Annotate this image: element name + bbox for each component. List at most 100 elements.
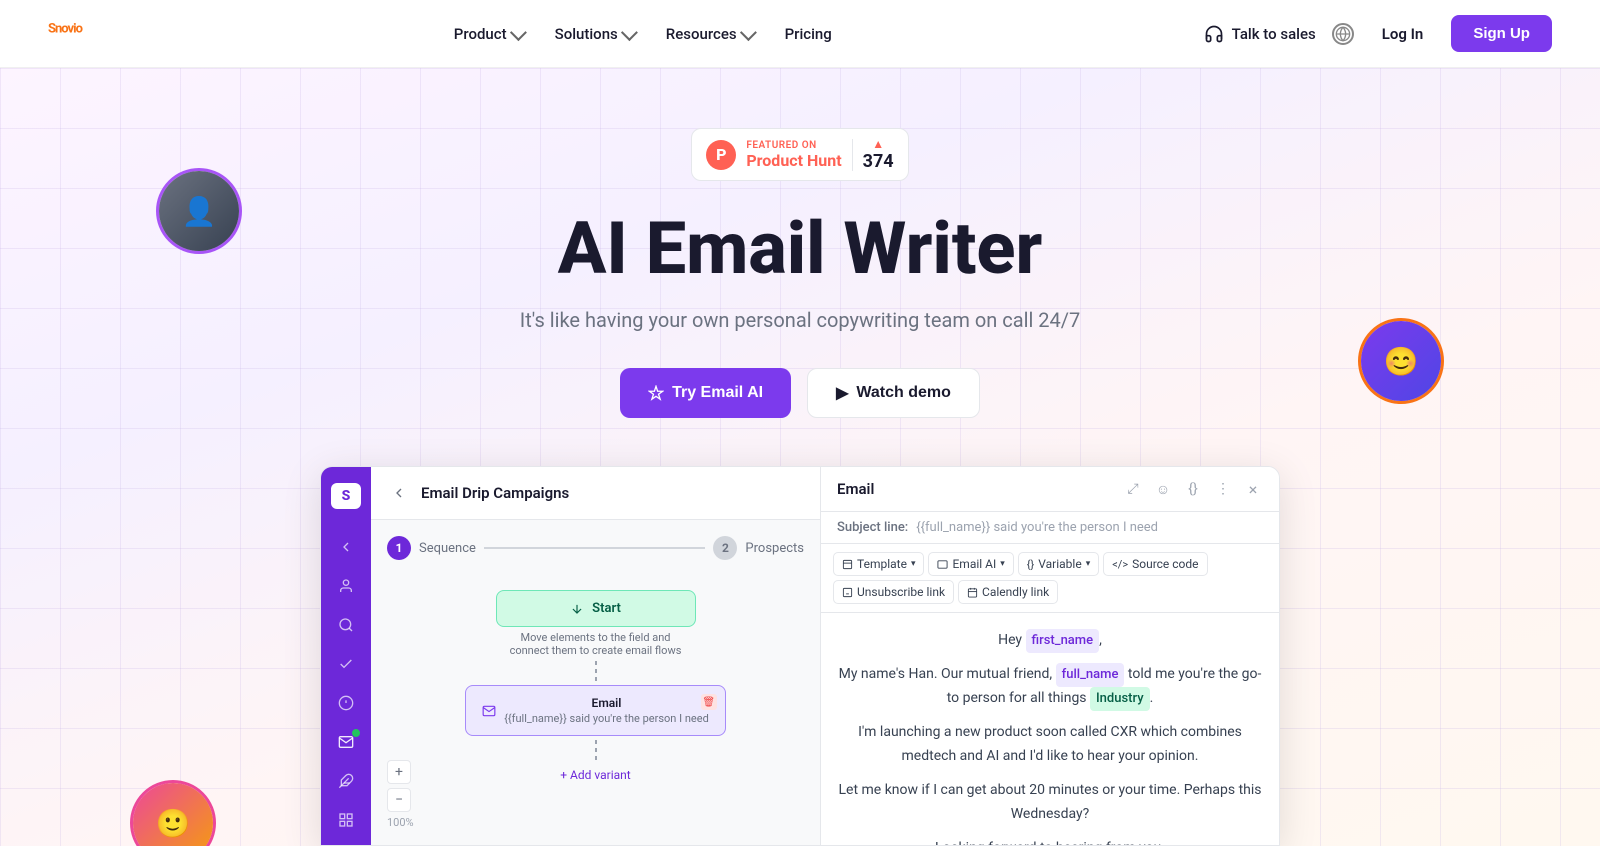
globe-icon: [1335, 26, 1351, 42]
avatar-2: 😊: [1358, 318, 1444, 404]
navigation: Snovio Product Solutions Resources Prici…: [0, 0, 1600, 68]
nav-resources[interactable]: Resources: [654, 17, 765, 51]
login-button[interactable]: Log In: [1370, 17, 1436, 51]
close-panel-button[interactable]: ×: [1243, 479, 1263, 499]
sidebar-back-icon[interactable]: [335, 537, 357, 556]
email-greeting-line: Hey first_name,: [837, 629, 1263, 653]
talk-to-sales-button[interactable]: Talk to sales: [1204, 24, 1316, 44]
more-icon[interactable]: ⋮: [1213, 479, 1233, 499]
ai-icon: [937, 559, 948, 570]
sequence-steps: 1 Sequence 2 Prospects: [387, 536, 804, 560]
nav-right: Talk to sales Log In Sign Up: [1204, 15, 1552, 52]
email-node[interactable]: Email {{full_name}} said you're the pers…: [465, 685, 726, 736]
chevron-down-icon: ▾: [911, 559, 916, 569]
flow-connector-2: [595, 740, 597, 760]
code-icon[interactable]: {}: [1183, 479, 1203, 499]
expand-icon[interactable]: ⤢: [1123, 479, 1143, 499]
toolbar-source-code[interactable]: </> Source code: [1103, 552, 1207, 576]
nav-pricing[interactable]: Pricing: [773, 17, 844, 51]
email-panel-header: Email ⤢ ☺ {} ⋮ ×: [821, 467, 1279, 512]
headphone-icon: [1204, 24, 1224, 44]
back-button[interactable]: [387, 481, 411, 505]
start-node: Start: [496, 590, 696, 627]
logo-text: Snov: [48, 21, 73, 36]
drip-campaign-panel: Email Drip Campaigns 1 Sequence 2 Prospe…: [371, 467, 821, 845]
sparkle-icon: [648, 385, 664, 401]
nav-solutions[interactable]: Solutions: [543, 17, 646, 51]
email-toolbar: Template ▾ Email AI ▾ {} Variable ▾ <: [821, 544, 1279, 613]
unsubscribe-icon: [842, 587, 853, 598]
chevron-down-icon: [510, 24, 527, 41]
ph-arrow-icon: ▲: [872, 137, 884, 151]
hero-subtitle: It's like having your own personal copyw…: [0, 308, 1600, 332]
zoom-level: 100%: [387, 816, 414, 829]
flow-connector-1: [595, 661, 597, 681]
delete-node-button[interactable]: 🗑: [701, 694, 717, 710]
subject-line-row: Subject line: {{full_name}} said you're …: [821, 512, 1279, 544]
avatar-1: 👤: [156, 168, 242, 254]
email-body-para-2: I'm launching a new product soon called …: [837, 721, 1263, 769]
email-body-para-3: Let me know if I can get about 20 minute…: [837, 779, 1263, 827]
flow-diagram: Start Move elements to the field andconn…: [387, 580, 804, 782]
zoom-plus-button[interactable]: +: [387, 760, 411, 784]
industry-variable: Industry: [1090, 687, 1150, 711]
sidebar-contacts-icon[interactable]: [335, 576, 357, 595]
mockup-window: S: [320, 466, 1280, 846]
chevron-down-icon: [740, 24, 757, 41]
email-signature: Looking forward to hearing from you.Han …: [837, 837, 1263, 846]
app-sidebar: S: [321, 467, 371, 845]
zoom-minus-button[interactable]: −: [387, 788, 411, 812]
try-email-ai-button[interactable]: Try Email AI: [620, 368, 791, 418]
language-selector[interactable]: [1332, 23, 1354, 45]
nav-product[interactable]: Product: [442, 17, 535, 51]
ph-name: Product Hunt: [746, 151, 841, 170]
product-hunt-badge[interactable]: P FEATURED ON Product Hunt ▲ 374: [691, 128, 908, 181]
chevron-down-icon: ▾: [1000, 559, 1005, 569]
ph-logo: P: [706, 140, 736, 170]
template-icon: [842, 559, 853, 570]
step-number-1: 1: [387, 536, 411, 560]
email-node-icon: [482, 704, 496, 718]
sidebar-check-icon[interactable]: [335, 654, 357, 673]
sidebar-mail-icon[interactable]: [335, 732, 357, 751]
app-mockup: S: [0, 466, 1600, 846]
toolbar-variable[interactable]: {} Variable ▾: [1018, 552, 1099, 576]
sequence-step-1: 1 Sequence: [387, 536, 476, 560]
panel-header: Email Drip Campaigns: [371, 467, 820, 520]
toolbar-email-ai[interactable]: Email AI ▾: [928, 552, 1013, 576]
sidebar-logo: S: [331, 483, 361, 509]
email-body: Hey first_name, My name's Han. Our mutua…: [821, 613, 1279, 846]
signup-button[interactable]: Sign Up: [1451, 15, 1552, 52]
chevron-down-icon: ▾: [1086, 559, 1091, 569]
subject-label: Subject line:: [837, 520, 908, 535]
toolbar-template[interactable]: Template ▾: [833, 552, 924, 576]
watch-demo-button[interactable]: ▶ Watch demo: [807, 368, 980, 418]
ph-divider: [852, 139, 853, 171]
sidebar-search-icon[interactable]: [335, 615, 357, 634]
toolbar-unsubscribe[interactable]: Unsubscribe link: [833, 580, 954, 604]
email-panel-title: Email: [837, 480, 874, 498]
zoom-controls: + − 100%: [387, 760, 414, 829]
logo-suffix: io: [73, 21, 82, 36]
hero-section: 👤 😊 🙂 P FEATURED ON Product Hunt ▲ 374 A…: [0, 68, 1600, 846]
emoji-icon[interactable]: ☺: [1153, 479, 1173, 499]
step-number-2: 2: [713, 536, 737, 560]
sidebar-info-icon[interactable]: [335, 693, 357, 712]
add-variant-button[interactable]: + Add variant: [560, 768, 630, 782]
sidebar-plugin-icon[interactable]: [335, 771, 357, 790]
panel-content: 1 Sequence 2 Prospects: [371, 520, 820, 845]
email-editor-panel: Email ⤢ ☺ {} ⋮ × Subject line: {{full_na…: [821, 467, 1279, 845]
logo[interactable]: Snovio: [48, 19, 82, 49]
toolbar-calendly[interactable]: Calendly link: [958, 580, 1058, 604]
email-header-actions: ⤢ ☺ {} ⋮ ×: [1123, 479, 1263, 499]
chevron-down-icon: [621, 24, 638, 41]
email-body-para-1: My name's Han. Our mutual friend, full_n…: [837, 663, 1263, 711]
full-name-variable: full_name: [1056, 663, 1125, 687]
ph-featured-label: FEATURED ON: [746, 140, 816, 151]
sequence-step-2: 2 Prospects: [713, 536, 804, 560]
sidebar-grid-icon[interactable]: [335, 810, 357, 829]
calendar-icon: [967, 587, 978, 598]
download-icon: [570, 602, 584, 616]
nav-links: Product Solutions Resources Pricing: [442, 17, 844, 51]
flow-start-desc: Move elements to the field andconnect th…: [496, 631, 696, 657]
